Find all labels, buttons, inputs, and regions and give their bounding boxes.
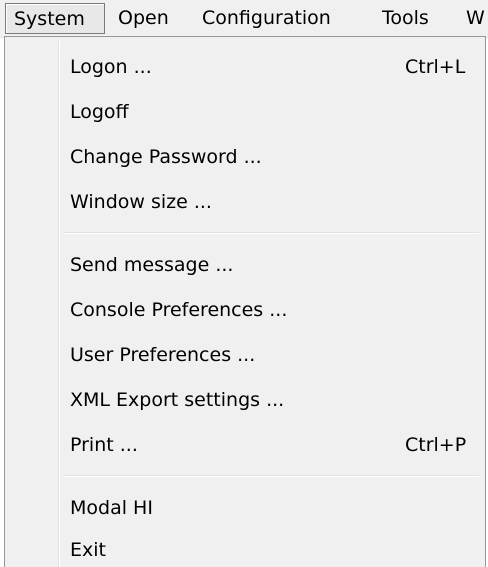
menu-item-console-preferences[interactable]: Console Preferences ... (5, 288, 485, 333)
menu-system[interactable]: System (5, 3, 105, 34)
menu-window-truncated[interactable]: W (458, 3, 488, 34)
menu-item-logon[interactable]: Logon ... Ctrl+L (5, 45, 485, 90)
menu-item-label: User Preferences ... (70, 344, 256, 366)
menu-item-shortcut: Ctrl+P (405, 434, 467, 456)
menu-item-change-password[interactable]: Change Password ... (5, 135, 485, 180)
menu-item-exit[interactable]: Exit (5, 528, 485, 567)
menu-item-user-preferences[interactable]: User Preferences ... (5, 333, 485, 378)
menu-item-xml-export-settings[interactable]: XML Export settings ... (5, 378, 485, 423)
menu-item-label: Send message ... (70, 254, 234, 276)
menu-item-label: Modal HI (70, 497, 153, 519)
system-dropdown-menu: Logon ... Ctrl+L Logoff Change Password … (4, 36, 486, 567)
menu-item-shortcut: Ctrl+L (405, 56, 466, 78)
menu-separator (63, 232, 479, 234)
menu-item-logoff[interactable]: Logoff (5, 90, 485, 135)
menu-tools[interactable]: Tools (374, 3, 437, 34)
menu-open[interactable]: Open (110, 3, 177, 34)
menu-item-label: Console Preferences ... (70, 299, 288, 321)
menu-item-modal-hi[interactable]: Modal HI (5, 486, 485, 531)
menu-item-print[interactable]: Print ... Ctrl+P (5, 423, 485, 468)
menu-item-label: Logon ... (70, 56, 152, 78)
menu-item-window-size[interactable]: Window size ... (5, 180, 485, 225)
menu-item-label: Change Password ... (70, 146, 262, 168)
menu-item-label: XML Export settings ... (70, 389, 285, 411)
menu-configuration[interactable]: Configuration (194, 3, 339, 34)
menu-item-send-message[interactable]: Send message ... (5, 243, 485, 288)
menu-item-label: Window size ... (70, 191, 212, 213)
menu-item-label: Print ... (70, 434, 138, 456)
menu-item-label: Exit (70, 539, 106, 561)
menu-bar: System Open Configuration Tools W (0, 0, 488, 38)
menu-separator (63, 475, 479, 477)
app-window: System Open Configuration Tools W Logon … (0, 0, 488, 567)
menu-item-label: Logoff (70, 101, 129, 123)
